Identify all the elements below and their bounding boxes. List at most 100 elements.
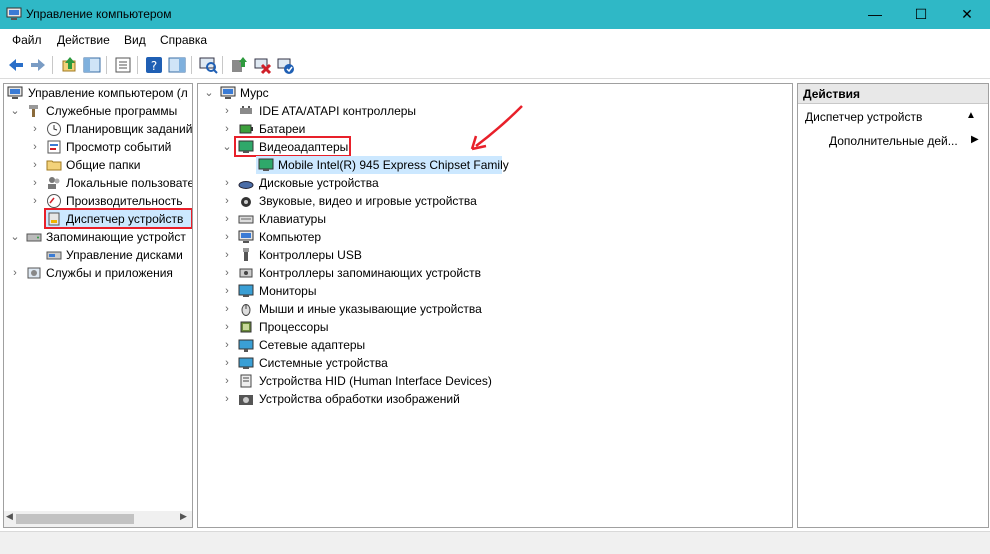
category-processors[interactable]: › Процессоры — [198, 318, 788, 336]
tree-item-local-users[interactable]: › Локальные пользовате — [4, 174, 192, 192]
actions-header: Действия — [798, 84, 988, 104]
chevron-down-icon[interactable]: ⌄ — [222, 138, 232, 156]
more-actions-link[interactable]: Дополнительные дей... — [829, 134, 958, 148]
device-item-intel-graphics[interactable]: Mobile Intel(R) 945 Express Chipset Fami… — [198, 156, 788, 174]
performance-icon — [47, 194, 61, 208]
tree-item-storage[interactable]: ⌄ Запоминающие устройст — [4, 228, 192, 246]
category-label: Сетевые адаптеры — [259, 338, 366, 352]
chevron-right-icon[interactable]: › — [222, 282, 232, 300]
help-icon[interactable]: ? — [144, 55, 164, 75]
category-disk-drives[interactable]: › Дисковые устройства — [198, 174, 788, 192]
tree-item-task-scheduler[interactable]: › Планировщик заданий — [4, 120, 192, 138]
chevron-right-icon[interactable]: › — [10, 264, 20, 282]
console-tree-icon[interactable] — [82, 55, 102, 75]
category-monitors[interactable]: › Мониторы — [198, 282, 788, 300]
chevron-right-icon[interactable]: › — [30, 138, 40, 156]
scroll-left-icon[interactable]: ◀ — [6, 511, 13, 522]
close-button[interactable]: ✕ — [944, 0, 990, 29]
disk-management-icon — [46, 251, 62, 260]
chevron-down-icon[interactable]: ⌄ — [10, 228, 20, 246]
chevron-right-icon[interactable]: › — [222, 264, 232, 282]
category-computer[interactable]: › Компьютер — [198, 228, 788, 246]
tree-item-system-tools[interactable]: ⌄ Служебные программы — [4, 102, 192, 120]
event-viewer-icon — [47, 140, 61, 154]
category-label: Мыши и иные указывающие устройства — [259, 302, 482, 316]
tools-icon — [29, 105, 38, 117]
category-hid-devices[interactable]: › Устройства HID (Human Interface Device… — [198, 372, 788, 390]
maximize-button[interactable]: ☐ — [898, 0, 944, 29]
chevron-down-icon[interactable]: ⌄ — [204, 84, 214, 102]
chevron-right-icon[interactable]: › — [222, 120, 232, 138]
tree-item-label: Просмотр событий — [66, 140, 172, 154]
category-system-devices[interactable]: › Системные устройства — [198, 354, 788, 372]
toolbar: ? — [0, 51, 990, 79]
chevron-down-icon[interactable]: ⌄ — [10, 102, 20, 120]
update-driver-icon[interactable] — [229, 55, 249, 75]
scroll-right-icon[interactable]: ▶ — [180, 511, 187, 522]
enable-device-icon[interactable] — [275, 55, 295, 75]
chevron-right-icon[interactable]: › — [222, 318, 232, 336]
red-arrow-annotation — [470, 105, 523, 151]
chevron-right-icon[interactable]: › — [222, 336, 232, 354]
collapse-up-icon[interactable]: ▲ — [966, 110, 976, 121]
category-mice[interactable]: › Мыши и иные указывающие устройства — [198, 300, 788, 318]
chevron-right-icon[interactable]: › — [222, 246, 232, 264]
menu-help[interactable]: Справка — [160, 33, 207, 47]
shared-folder-icon — [46, 160, 62, 171]
chevron-right-icon[interactable]: › — [30, 156, 40, 174]
camera-icon — [239, 395, 253, 405]
uninstall-device-icon[interactable] — [252, 55, 272, 75]
chevron-right-icon[interactable]: › — [222, 228, 232, 246]
chevron-right-icon[interactable]: › — [30, 192, 40, 210]
properties-icon[interactable] — [113, 55, 133, 75]
chevron-right-icon[interactable]: › — [222, 354, 232, 372]
users-icon — [48, 177, 60, 189]
category-label: Процессоры — [259, 320, 329, 334]
window-title: Управление компьютером — [26, 7, 172, 21]
category-label: Устройства обработки изображений — [259, 392, 460, 406]
category-storage-controllers[interactable]: › Контроллеры запоминающих устройств — [198, 264, 788, 282]
category-network-adapters[interactable]: › Сетевые адаптеры — [198, 336, 788, 354]
tree-item-label: Службы и приложения — [46, 266, 173, 280]
category-imaging-devices[interactable]: › Устройства обработки изображений — [198, 390, 788, 408]
menu-view[interactable]: Вид — [124, 33, 146, 47]
clock-icon — [47, 122, 61, 136]
chevron-right-icon[interactable]: › — [222, 102, 232, 120]
menu-action[interactable]: Действие — [57, 33, 110, 47]
chevron-right-icon[interactable]: › — [30, 120, 40, 138]
tree-item-computer-management[interactable]: Управление компьютером (л — [4, 84, 192, 102]
chevron-right-icon[interactable]: › — [222, 372, 232, 390]
device-tree-root[interactable]: ⌄ Мурс — [198, 84, 788, 102]
chevron-right-icon[interactable]: › — [222, 390, 232, 408]
category-label: IDE ATA/ATAPI контроллеры — [259, 104, 417, 118]
tree-item-label: Управление дисками — [66, 248, 183, 262]
tree-item-shared-folders[interactable]: › Общие папки — [4, 156, 192, 174]
toolbar-separator — [52, 56, 53, 74]
forward-arrow-icon[interactable] — [28, 55, 48, 75]
chevron-right-icon[interactable]: › — [222, 174, 232, 192]
category-sound-video[interactable]: › Звуковые, видео и игровые устройства — [198, 192, 788, 210]
horizontal-scrollbar[interactable]: ◀ ▶ — [4, 511, 192, 527]
chevron-right-icon[interactable]: › — [222, 300, 232, 318]
tree-item-services-apps[interactable]: › Службы и приложения — [4, 264, 192, 282]
usb-icon — [243, 248, 249, 261]
category-label: Звуковые, видео и игровые устройства — [259, 194, 477, 208]
menu-file[interactable]: Файл — [12, 33, 42, 47]
scan-hardware-icon[interactable] — [198, 55, 218, 75]
back-arrow-icon[interactable] — [6, 55, 26, 75]
computer-icon — [238, 230, 254, 243]
actions-section-device-manager[interactable]: Диспетчер устройств — [805, 110, 922, 124]
chevron-right-icon[interactable]: › — [222, 210, 232, 228]
category-keyboards[interactable]: › Клавиатуры — [198, 210, 788, 228]
show-hide-action-pane-icon[interactable] — [167, 55, 187, 75]
tree-item-event-viewer[interactable]: › Просмотр событий — [4, 138, 192, 156]
scrollbar-thumb[interactable] — [16, 514, 134, 524]
status-bar — [0, 531, 990, 554]
category-usb-controllers[interactable]: › Контроллеры USB — [198, 246, 788, 264]
tree-item-disk-management[interactable]: Управление дисками — [4, 246, 192, 264]
submenu-arrow-icon[interactable]: ▶ — [971, 134, 979, 145]
minimize-button[interactable]: — — [852, 0, 898, 29]
chevron-right-icon[interactable]: › — [222, 192, 232, 210]
up-level-icon[interactable] — [60, 55, 80, 75]
chevron-right-icon[interactable]: › — [30, 174, 40, 192]
